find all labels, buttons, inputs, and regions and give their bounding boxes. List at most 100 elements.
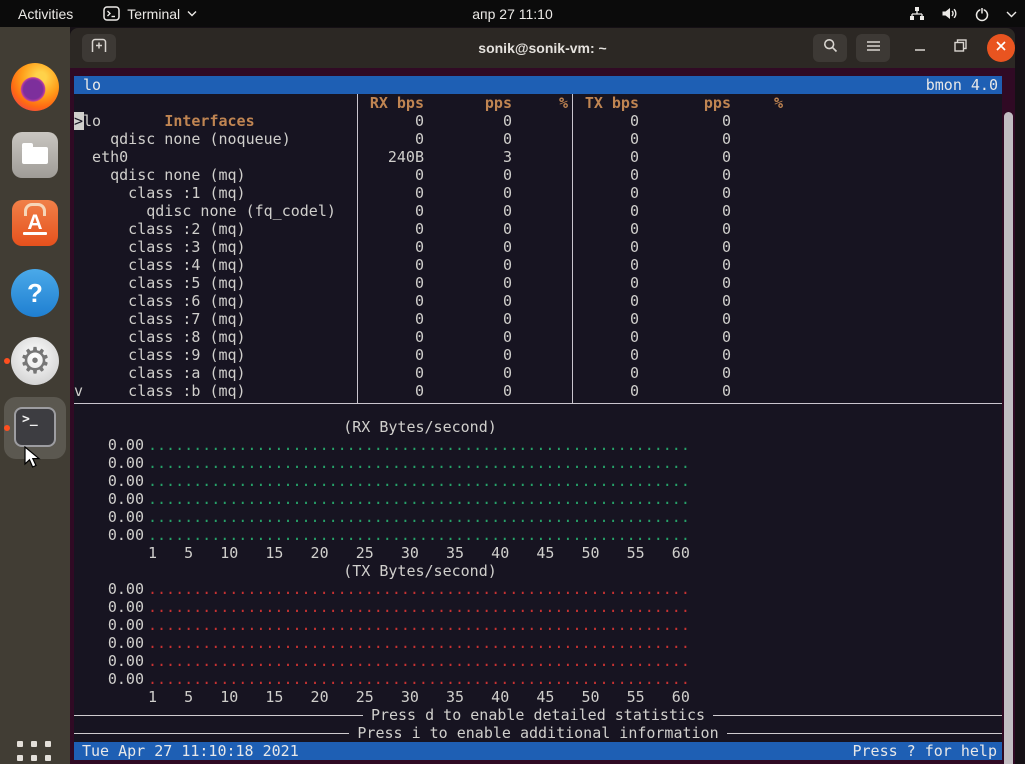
graph-dots-rx: ........................................… [148,508,690,526]
help-icon: ? [11,269,59,317]
dock-item-firefox[interactable] [11,63,59,111]
cell-tx_pps: 0 [631,238,731,256]
cell-rx_pps: 0 [412,112,512,130]
dock-item-settings[interactable]: ⚙ [11,337,59,385]
cell-rx_bps: 240B [324,148,424,166]
ubuntu-software-icon: A [12,200,58,246]
status-datetime: Tue Apr 27 11:10:18 2021 [74,742,299,760]
selected-interface: lo [74,76,101,94]
graph-row: 0.00....................................… [74,670,1002,688]
col-tx-pct: % [683,94,783,112]
cell-tx_bps: 0 [539,274,639,292]
cell-tx_bps: 0 [539,130,639,148]
graph-y-label: 0.00 [74,670,144,688]
gear-icon: ⚙ [11,337,59,385]
window-header: sonik@sonik-vm: ~ [70,28,1015,68]
cell-rx_pps: 0 [412,184,512,202]
cell-rx_bps: 0 [324,112,424,130]
graph-row: 0.00....................................… [74,454,1002,472]
graph-title: (RX Bytes/second) [74,418,766,436]
col-tx-bps: TX bps [539,94,639,112]
interface-row: vclass :b (mq)0000 [74,382,1002,400]
graph-dots-rx: ........................................… [148,472,690,490]
graph-row: 0.00....................................… [74,634,1002,652]
cell-rx_bps: 0 [324,130,424,148]
cell-rx_bps: 0 [324,184,424,202]
interface-row: class :6 (mq)0000 [74,292,1002,310]
cell-rx_pps: 0 [412,256,512,274]
desktop: Activities Terminal апр 27 11:10 [0,0,1025,764]
mouse-pointer [24,446,44,475]
scroll-more-marker: v [74,382,84,400]
hint-detailed-stats: Press d to enable detailed statistics [74,706,1002,724]
graph-x-axis: 1 5 10 15 20 25 30 35 40 45 50 55 60 [74,688,1002,706]
menu-button[interactable] [856,34,890,62]
interface-row: qdisc none (fq_codel)0000 [74,202,1002,220]
graph-dots-tx: ........................................… [148,652,690,670]
restore-button[interactable] [946,34,974,62]
graph-dots-rx: ........................................… [148,454,690,472]
bmon-version: bmon 4.0 [926,76,1002,94]
cell-tx_pps: 0 [631,346,731,364]
interface-row: class :7 (mq)0000 [74,310,1002,328]
terminal-scrollbar[interactable] [1004,112,1013,764]
activities-button[interactable]: Activities [12,4,79,24]
dock-item-files[interactable] [11,131,59,179]
graph-dots-tx: ........................................… [148,634,690,652]
graph-x-ticks: 1 5 10 15 20 25 30 35 40 45 50 55 60 [148,544,690,562]
dock-item-terminal[interactable]: >_ [11,403,59,451]
interface-row: class :a (mq)0000 [74,364,1002,382]
cell-tx_pps: 0 [631,166,731,184]
cell-rx_pps: 0 [412,166,512,184]
cell-tx_pps: 0 [631,364,731,382]
cell-tx_bps: 0 [539,328,639,346]
graph-dots-tx: ........................................… [148,598,690,616]
cell-tx_pps: 0 [631,148,731,166]
cell-rx_pps: 0 [412,364,512,382]
interface-name: class :4 (mq) [74,256,246,274]
graph-row: 0.00....................................… [74,652,1002,670]
selection-cursor: > [74,112,84,130]
cell-tx_pps: 0 [631,220,731,238]
interface-name: class :b (mq) [74,382,246,400]
graph-y-label: 0.00 [74,508,144,526]
cell-tx_pps: 0 [631,130,731,148]
system-status-area[interactable] [909,0,1017,27]
dock-item-ubuntu-software[interactable]: A [11,199,59,247]
interface-name: class :6 (mq) [74,292,246,310]
dock-item-help[interactable]: ? [11,269,59,317]
cell-rx_bps: 0 [324,382,424,400]
search-icon [823,38,838,58]
cell-rx_bps: 0 [324,202,424,220]
cell-tx_bps: 0 [539,166,639,184]
cell-tx_bps: 0 [539,346,639,364]
cell-rx_pps: 0 [412,382,512,400]
cell-tx_pps: 0 [631,310,731,328]
cell-rx_bps: 0 [324,328,424,346]
cell-rx_bps: 0 [324,274,424,292]
interface-name: qdisc none (fq_codel) [74,202,336,220]
files-icon [12,132,58,178]
graph-row: 0.00....................................… [74,616,1002,634]
graph-y-label: 0.00 [74,436,144,454]
close-button[interactable] [987,34,1015,62]
app-menu-label: Terminal [127,6,180,22]
table-bottom-border [74,400,1002,418]
cell-tx_bps: 0 [539,238,639,256]
search-button[interactable] [813,34,847,62]
app-menu[interactable]: Terminal [103,6,197,22]
cell-rx_bps: 0 [324,256,424,274]
cell-rx_bps: 0 [324,292,424,310]
cell-tx_pps: 0 [631,202,731,220]
interface-name: eth0 [74,148,128,166]
close-icon [995,39,1007,57]
terminal-content[interactable]: lo bmon 4.0 Interfaces RX bps pps % TX b… [70,68,1015,764]
minimize-button[interactable] [906,34,934,62]
interface-row: class :1 (mq)0000 [74,184,1002,202]
column-separator [572,94,573,403]
show-applications-icon[interactable] [17,741,53,764]
network-wired-icon [909,6,925,21]
interface-row: class :2 (mq)0000 [74,220,1002,238]
top-bar: Activities Terminal апр 27 11:10 [0,0,1025,27]
cell-rx_bps: 0 [324,346,424,364]
